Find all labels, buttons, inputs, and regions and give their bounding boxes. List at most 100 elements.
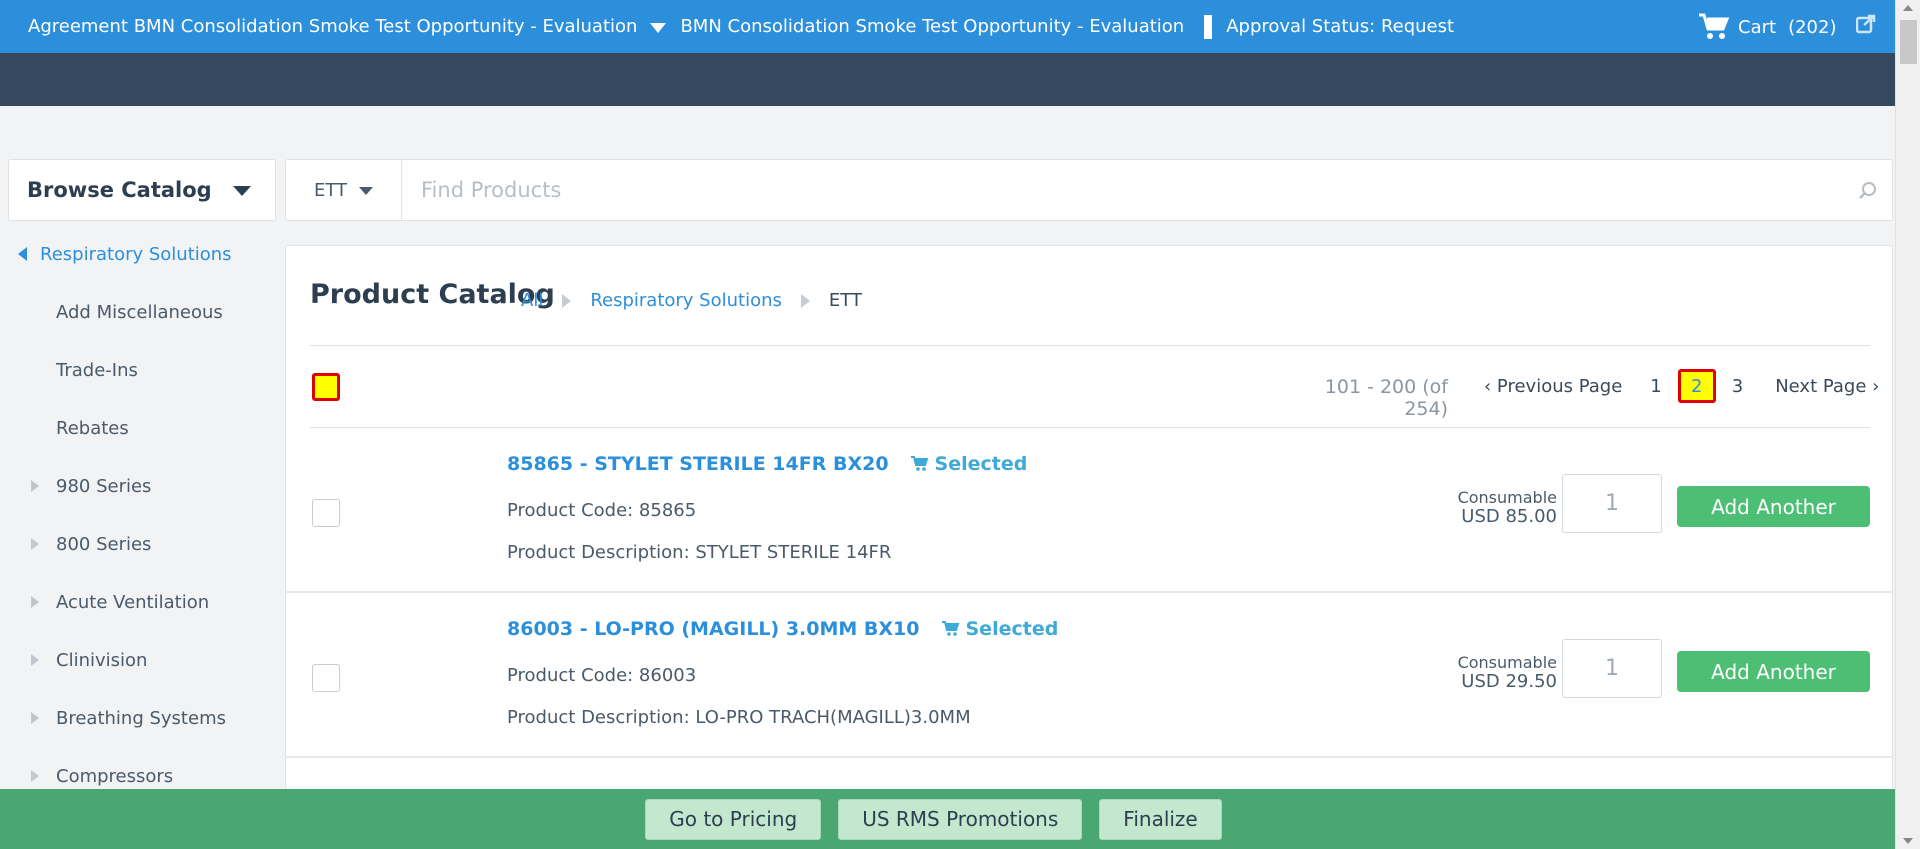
next-page-link[interactable]: Next Page › <box>1775 376 1879 397</box>
result-range: 101 - 200 (of 254) <box>1324 376 1448 420</box>
breadcrumb: All Respiratory Solutions ETT <box>521 290 862 311</box>
product-name-line: 86003 - LO-PRO (MAGILL) 3.0MM BX10 Selec… <box>507 618 1058 640</box>
expand-arrow-icon <box>31 538 39 550</box>
page-3-link[interactable]: 3 <box>1732 376 1743 397</box>
breadcrumb-separator-icon <box>800 293 810 308</box>
quantity-input[interactable] <box>1562 639 1662 698</box>
category-item[interactable]: Add Miscellaneous <box>0 283 280 341</box>
select-all-checkbox[interactable] <box>312 373 340 401</box>
promotions-button[interactable]: US RMS Promotions <box>838 798 1083 840</box>
product-checkbox[interactable] <box>312 664 340 692</box>
page-scrollbar[interactable] <box>1895 0 1920 849</box>
export-icon[interactable] <box>1855 14 1876 39</box>
expand-arrow-icon <box>31 654 39 666</box>
go-to-pricing-button[interactable]: Go to Pricing <box>645 798 822 840</box>
agreement-title: Agreement BMN Consolidation Smoke Test O… <box>28 16 638 37</box>
divider <box>1204 14 1213 39</box>
product-type: Consumable <box>1457 653 1557 672</box>
page-1-link[interactable]: 1 <box>1650 376 1661 397</box>
product-name-link[interactable]: 85865 - STYLET STERILE 14FR BX20 <box>507 453 889 475</box>
add-another-button[interactable]: Add Another <box>1677 486 1870 527</box>
product-checkbox[interactable] <box>312 499 340 527</box>
breadcrumb-separator-icon <box>562 293 572 308</box>
expand-arrow-icon <box>31 596 39 608</box>
category-list: Respiratory Solutions Add Miscellaneous … <box>0 225 280 805</box>
scroll-up-icon[interactable] <box>1903 5 1913 11</box>
browse-catalog-label: Browse Catalog <box>27 178 212 202</box>
header-bar: Agreement BMN Consolidation Smoke Test O… <box>0 0 1895 53</box>
category-parent-label: Respiratory Solutions <box>40 243 232 265</box>
selected-label: Selected <box>934 453 1028 475</box>
expand-arrow-icon <box>31 770 39 782</box>
pagination: ‹ Previous Page 1 2 3 Next Page › <box>1484 369 1879 403</box>
product-price: Consumable USD 85.00 <box>1436 488 1557 526</box>
scroll-down-icon[interactable] <box>1903 838 1913 844</box>
add-another-button[interactable]: Add Another <box>1677 651 1870 692</box>
category-label: Trade-Ins <box>56 359 138 381</box>
quantity-input[interactable] <box>1562 474 1662 533</box>
category-item[interactable]: Breathing Systems <box>0 689 280 747</box>
product-row: 86003 - LO-PRO (MAGILL) 3.0MM BX10 Selec… <box>286 593 1892 758</box>
product-description: Product Description: STYLET STERILE 14FR <box>507 542 892 563</box>
category-item[interactable]: Clinivision <box>0 631 280 689</box>
category-label: 980 Series <box>56 475 152 497</box>
search-filter-label: ETT <box>313 179 348 201</box>
page-title: Product Catalog <box>310 279 555 310</box>
category-label: Compressors <box>56 765 174 787</box>
caret-down-icon <box>359 187 374 195</box>
category-label: Clinivision <box>56 649 148 671</box>
secondary-bar <box>0 53 1895 106</box>
product-row: 85865 - STYLET STERILE 14FR BX20 Selecte… <box>286 428 1892 593</box>
selected-indicator: Selected <box>910 453 1028 475</box>
breadcrumb-all[interactable]: All <box>521 290 543 311</box>
opportunity-title: BMN Consolidation Smoke Test Opportunity… <box>680 16 1185 37</box>
action-footer: Go to Pricing US RMS Promotions Finalize <box>0 789 1895 849</box>
approval-status: Approval Status: Request <box>1226 16 1455 37</box>
category-label: Add Miscellaneous <box>56 301 223 323</box>
product-catalog-panel: Product Catalog All Respiratory Solution… <box>285 245 1893 805</box>
previous-page-link[interactable]: ‹ Previous Page <box>1484 376 1622 397</box>
agreement-dropdown-icon[interactable] <box>650 22 667 33</box>
product-name-link[interactable]: 86003 - LO-PRO (MAGILL) 3.0MM BX10 <box>507 618 920 640</box>
category-label: Rebates <box>56 417 129 439</box>
category-item[interactable]: 800 Series <box>0 515 280 573</box>
scroll-thumb[interactable] <box>1900 20 1917 64</box>
breadcrumb-current: ETT <box>828 290 862 311</box>
product-price: Consumable USD 29.50 <box>1436 653 1557 691</box>
back-arrow-icon <box>18 247 27 261</box>
category-item[interactable]: 980 Series <box>0 457 280 515</box>
price-amount: USD 85.00 <box>1461 506 1557 527</box>
category-item[interactable]: Rebates <box>0 399 280 457</box>
breadcrumb-respiratory[interactable]: Respiratory Solutions <box>590 290 782 311</box>
cart-count: (202) <box>1788 16 1837 38</box>
selected-indicator: Selected <box>941 618 1059 640</box>
caret-down-icon <box>233 186 251 196</box>
cart-icon <box>1699 13 1730 39</box>
search-filter-dropdown[interactable]: ETT <box>286 160 402 220</box>
category-parent[interactable]: Respiratory Solutions <box>0 225 280 283</box>
product-type: Consumable <box>1457 488 1557 507</box>
category-label: 800 Series <box>56 533 152 555</box>
search-icon[interactable] <box>1858 181 1878 205</box>
cart-icon <box>910 456 928 471</box>
cart-icon <box>941 621 959 636</box>
cart-label: Cart <box>1738 16 1777 38</box>
category-item[interactable]: Acute Ventilation <box>0 573 280 631</box>
price-amount: USD 29.50 <box>1461 671 1557 692</box>
browse-catalog-dropdown[interactable]: Browse Catalog <box>8 159 276 221</box>
category-label: Acute Ventilation <box>56 591 210 613</box>
expand-arrow-icon <box>31 480 39 492</box>
product-code: Product Code: 85865 <box>507 500 697 521</box>
expand-arrow-icon <box>31 712 39 724</box>
selected-label: Selected <box>965 618 1059 640</box>
category-item[interactable]: Trade-Ins <box>0 341 280 399</box>
cart-button[interactable]: Cart (202) <box>1698 13 1836 41</box>
divider <box>310 345 1870 346</box>
product-description: Product Description: LO-PRO TRACH(MAGILL… <box>507 707 971 728</box>
product-name-line: 85865 - STYLET STERILE 14FR BX20 Selecte… <box>507 453 1027 475</box>
product-code: Product Code: 86003 <box>507 665 697 686</box>
page-2-current[interactable]: 2 <box>1677 369 1716 403</box>
finalize-button[interactable]: Finalize <box>1099 798 1222 840</box>
search-input[interactable] <box>402 160 1892 220</box>
search-bar: ETT <box>285 159 1893 221</box>
